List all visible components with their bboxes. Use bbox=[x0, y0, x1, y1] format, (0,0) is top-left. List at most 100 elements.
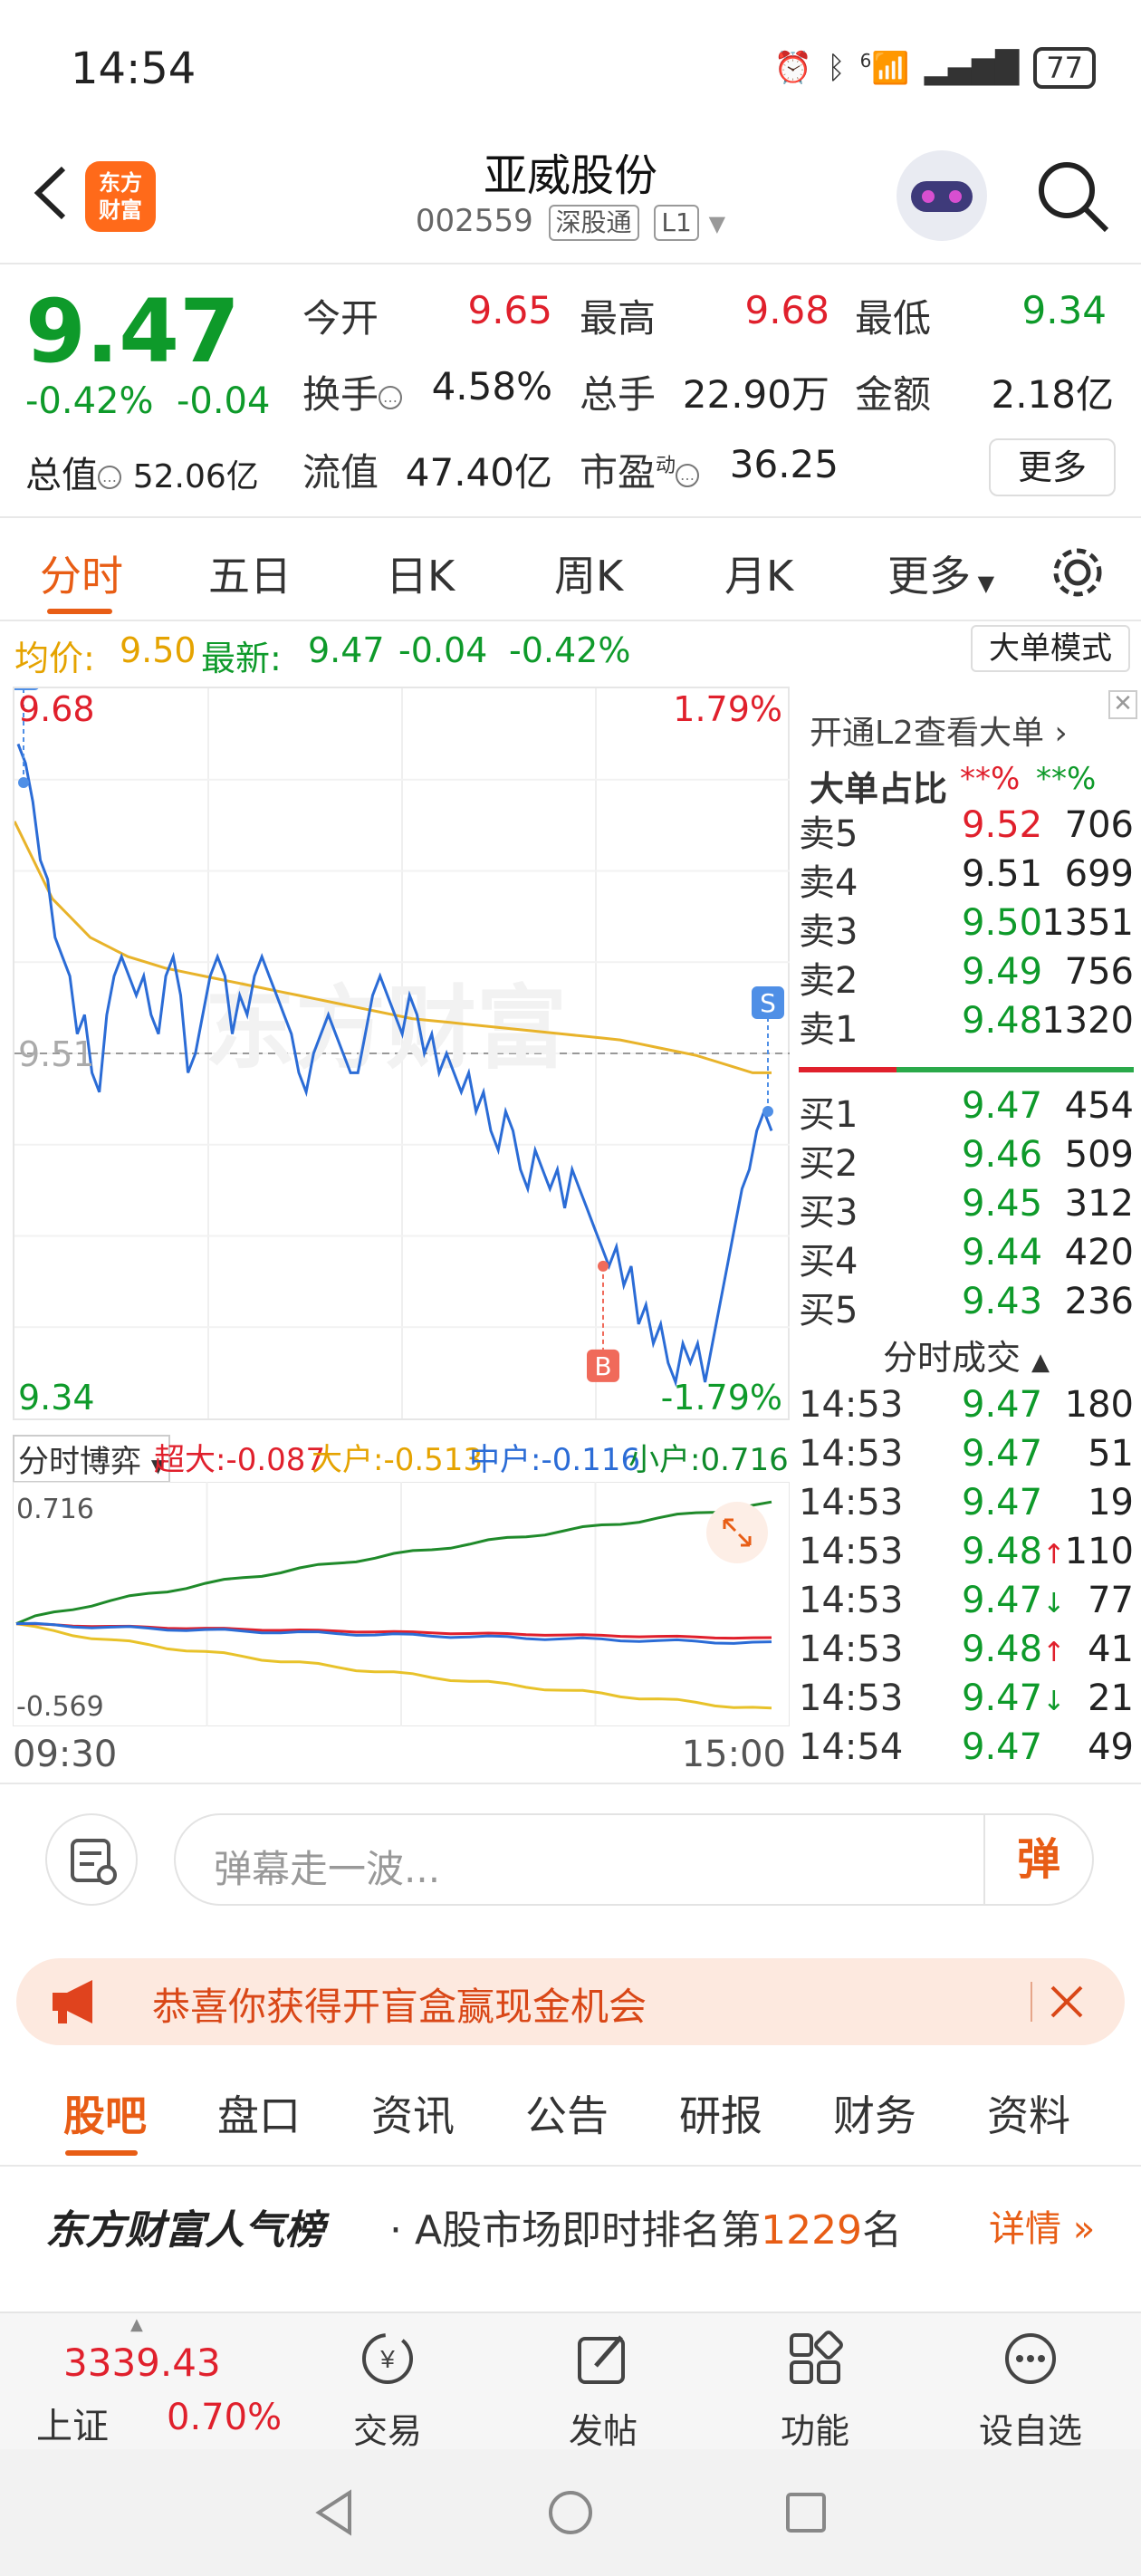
index-pct[interactable]: 0.70% bbox=[167, 2397, 282, 2438]
index-name[interactable]: 上证 bbox=[36, 2397, 109, 2449]
danmaku-input[interactable]: 弹幕走一波... bbox=[174, 1813, 985, 1906]
ask-row[interactable]: 卖1 9.48 1320 bbox=[799, 1000, 1134, 1051]
turnover-value: 4.58% bbox=[431, 364, 552, 409]
tab-weekly-k[interactable]: 周K bbox=[554, 543, 623, 603]
svg-text:¥: ¥ bbox=[379, 2345, 395, 2373]
capital-flow-chart[interactable]: 0.716 -0.569 bbox=[12, 1481, 791, 1727]
nav-post[interactable]: 发帖 bbox=[531, 2324, 676, 2453]
popularity-detail-link[interactable]: 详情 » bbox=[989, 2199, 1095, 2252]
ask-row[interactable]: 卖4 9.51 699 bbox=[799, 853, 1134, 904]
flow-tick-top: 0.716 bbox=[16, 1494, 94, 1525]
big-ratio-sell: **% bbox=[1036, 761, 1097, 797]
turnover-label: 换手… bbox=[302, 364, 403, 419]
close-icon[interactable]: ✕ bbox=[1108, 690, 1137, 719]
buy-sell-ratio-bar bbox=[799, 1067, 1134, 1072]
time-axis: 09:30 15:00 bbox=[13, 1726, 790, 1781]
bluetooth-icon: ᛒ bbox=[827, 50, 846, 86]
flow-selector[interactable]: 分时博弈 ▼ bbox=[13, 1435, 171, 1483]
bid-row[interactable]: 买3 9.45 312 bbox=[799, 1183, 1134, 1234]
alarm-icon: ⏰ bbox=[773, 50, 813, 86]
back-button[interactable] bbox=[24, 161, 78, 225]
avg-price-row: 均价: 9.50 最新: 9.47 -0.04 -0.42% 大单模式 bbox=[0, 625, 1141, 679]
nav-home-icon[interactable] bbox=[543, 2485, 598, 2540]
nav-functions[interactable]: 功能 bbox=[743, 2324, 887, 2453]
big-ratio-label: 大单占比 bbox=[810, 769, 948, 809]
y-tick-top: 9.68 bbox=[18, 689, 95, 729]
danmaku-settings-icon bbox=[71, 1839, 117, 1885]
super-large-flow: 超大:-0.087 bbox=[154, 1442, 326, 1478]
status-icons: ⏰ ᛒ 6📶 ▂▄▆█ 77 bbox=[774, 47, 1096, 89]
ask-row[interactable]: 卖5 9.52 706 bbox=[799, 804, 1134, 855]
tab-news[interactable]: 资讯 bbox=[371, 2083, 455, 2143]
tab-market-depth[interactable]: 盘口 bbox=[217, 2083, 301, 2143]
tab-daily-k[interactable]: 日K bbox=[386, 543, 455, 603]
tab-intraday[interactable]: 分时 bbox=[40, 543, 123, 603]
tick-row: 14:53 9.47 51 bbox=[799, 1433, 1134, 1475]
index-value[interactable]: 3339.43 bbox=[63, 2341, 221, 2385]
assistant-robot-icon[interactable] bbox=[896, 150, 987, 241]
more-button[interactable]: 更多 bbox=[989, 438, 1116, 496]
settings-button[interactable] bbox=[1049, 543, 1107, 605]
nav-recents-icon[interactable] bbox=[779, 2485, 833, 2540]
battery-icon: 77 bbox=[1033, 47, 1096, 89]
flow-tick-bottom: -0.569 bbox=[16, 1691, 104, 1723]
dropdown-caret-icon: ▼ bbox=[708, 211, 726, 236]
tab-research[interactable]: 研报 bbox=[679, 2083, 762, 2143]
tab-five-day[interactable]: 五日 bbox=[208, 543, 292, 603]
search-icon bbox=[1039, 162, 1109, 233]
small-flow: 小户:0.716 bbox=[628, 1442, 789, 1478]
tab-profile[interactable]: 资料 bbox=[987, 2083, 1070, 2143]
pct-tick-bottom: -1.79% bbox=[661, 1378, 782, 1418]
level-tag: L1 bbox=[654, 205, 699, 241]
tab-announcements[interactable]: 公告 bbox=[525, 2083, 609, 2143]
tab-forum[interactable]: 股吧 bbox=[63, 2083, 147, 2143]
y-tick-mid: 9.51 bbox=[18, 1034, 95, 1074]
bid-row[interactable]: 买2 9.46 509 bbox=[799, 1134, 1134, 1185]
nav-back-icon[interactable] bbox=[308, 2485, 362, 2540]
open-value: 9.65 bbox=[467, 288, 552, 332]
promo-close-button[interactable] bbox=[1040, 1975, 1094, 2029]
volume-value: 22.90万 bbox=[682, 372, 829, 417]
active-tab-indicator bbox=[47, 609, 112, 614]
info-icon: … bbox=[676, 463, 700, 487]
gear-icon bbox=[1053, 548, 1102, 597]
latest-pct: -0.42% bbox=[509, 630, 631, 670]
bid-row[interactable]: 买1 9.47 454 bbox=[799, 1085, 1134, 1136]
tick-row: 14:53 9.48↑ 110 bbox=[799, 1531, 1134, 1572]
status-bar: 14:54 ⏰ ᛒ 6📶 ▂▄▆█ 77 bbox=[0, 0, 1141, 136]
search-button[interactable] bbox=[1032, 156, 1114, 237]
danmaku-send-button[interactable]: 弹 bbox=[983, 1813, 1094, 1906]
stock-code-row[interactable]: 002559 深股通 L1 ▼ bbox=[362, 203, 779, 241]
ticks-header[interactable]: 分时成交 ▲ bbox=[791, 1330, 1141, 1379]
tab-more[interactable]: 更多 ▼ bbox=[887, 543, 994, 603]
mid-flow: 中户:-0.116 bbox=[469, 1442, 641, 1478]
promo-banner[interactable]: 恭喜你获得开盲盒赢现金机会 bbox=[16, 1958, 1125, 2045]
market-tag: 深股通 bbox=[548, 205, 639, 241]
danmaku-bar: 弹幕走一波... 弹 bbox=[0, 1802, 1141, 1920]
caret-up-icon: ▲ bbox=[130, 2315, 143, 2334]
ask-row[interactable]: 卖3 9.50 1351 bbox=[799, 902, 1134, 953]
bid-row[interactable]: 买5 9.43 236 bbox=[799, 1281, 1134, 1331]
avg-value: 9.50 bbox=[120, 630, 197, 670]
status-time: 14:54 bbox=[71, 43, 197, 94]
nav-trade[interactable]: ¥ 交易 bbox=[315, 2324, 460, 2453]
nav-add-watchlist[interactable]: 设自选 bbox=[958, 2324, 1103, 2453]
tab-financials[interactable]: 财务 bbox=[833, 2083, 916, 2143]
capital-flow-svg: 0.716 -0.569 bbox=[12, 1481, 791, 1727]
tab-monthly-k[interactable]: 月K bbox=[724, 543, 793, 603]
popularity-row[interactable]: 东方财富人气榜 · A股市场即时排名第1229名 详情 » bbox=[0, 2183, 1141, 2264]
app-logo[interactable]: 东方 财富 bbox=[85, 161, 156, 232]
chart-tabs: 分时 五日 日K 周K 月K 更多 ▼ bbox=[0, 525, 1141, 616]
stock-code: 002559 bbox=[415, 203, 533, 239]
pe-label: 市盈动… bbox=[580, 442, 700, 497]
volume-label: 总手 bbox=[580, 372, 657, 417]
big-order-mode-button[interactable]: 大单模式 bbox=[971, 625, 1130, 672]
intraday-chart[interactable]: 东方财富SBS9.689.519.341.79%-1.79% bbox=[13, 687, 790, 1420]
l2-prompt[interactable]: 开通L2查看大单 › bbox=[810, 706, 1068, 754]
tick-row: 14:53 9.47 180 bbox=[799, 1384, 1134, 1426]
danmaku-settings-button[interactable] bbox=[45, 1813, 138, 1906]
tick-row: 14:53 9.47↓ 77 bbox=[799, 1580, 1134, 1621]
bid-row[interactable]: 买4 9.44 420 bbox=[799, 1232, 1134, 1283]
ask-row[interactable]: 卖2 9.49 756 bbox=[799, 951, 1134, 1002]
danmaku-placeholder: 弹幕走一波... bbox=[214, 1847, 441, 1891]
